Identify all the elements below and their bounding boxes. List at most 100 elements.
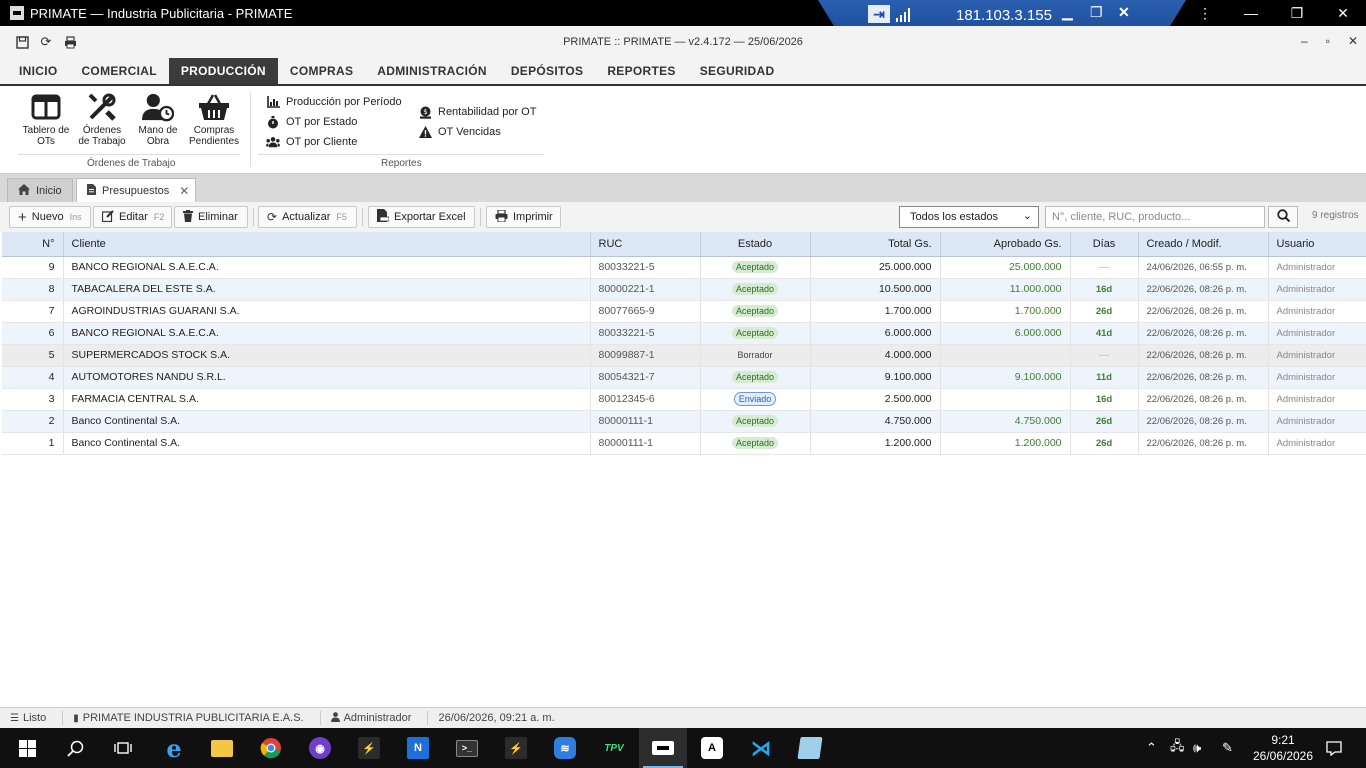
eliminar-button[interactable]: Eliminar — [174, 206, 248, 228]
col-header-creado[interactable]: Creado / Modif. — [1138, 232, 1269, 257]
table-row[interactable]: 4 AUTOMOTORES NANDU S.R.L. 80054321-7 Acept… — [2, 366, 1366, 389]
search-input[interactable] — [1045, 206, 1265, 228]
col-header-total[interactable]: Total Gs. — [810, 232, 941, 257]
cell-ruc: 80012345-6 — [590, 388, 701, 411]
ordenes-trabajo-button[interactable]: Órdenes de Trabajo — [72, 92, 132, 147]
restore-button[interactable]: ❐ — [1274, 5, 1320, 22]
taskbar-tpv[interactable]: TPV — [590, 728, 638, 768]
taskbar-notes[interactable] — [786, 728, 834, 768]
volume-icon[interactable]: 🕪 — [1193, 728, 1201, 768]
ot-vencidas-link[interactable]: OT Vencidas — [418, 125, 501, 139]
edit-icon — [101, 209, 114, 225]
tray-chevron-icon[interactable]: ⌃ — [1146, 728, 1157, 768]
taskbar-terminal[interactable]: >_ — [443, 728, 491, 768]
table-row[interactable]: 6 BANCO REGIONAL S.A.E.C.A. 80033221-5 Acep… — [2, 322, 1366, 345]
taskbar-n-app[interactable]: N — [394, 728, 442, 768]
taskbar-a-app[interactable]: A — [688, 728, 736, 768]
save-icon[interactable] — [10, 30, 34, 54]
cell-aprobado: 1.200.000 — [940, 432, 1071, 455]
menu-comercial[interactable]: COMERCIAL — [69, 58, 168, 84]
reportes-group-divider — [258, 154, 544, 155]
col-header-dias[interactable]: Días — [1070, 232, 1139, 257]
table-row[interactable]: 8 TABACALERA DEL ESTE S.A. 80000221-1 Acept… — [2, 278, 1366, 301]
taskbar-primate[interactable] — [639, 728, 687, 768]
col-header-aprobado[interactable]: Aprobado Gs. — [940, 232, 1071, 257]
table-row[interactable]: 5 SUPERMERCADOS STOCK S.A. 80099887-1 Borra… — [2, 344, 1366, 367]
menu-inicio[interactable]: INICIO — [7, 58, 69, 84]
tab-close-icon[interactable]: ✕ — [179, 184, 189, 198]
tab-inicio[interactable]: Inicio — [7, 178, 73, 202]
rentabilidad-ot-link[interactable]: $ Rentabilidad por OT — [418, 105, 536, 119]
cell-creado: 22/06/2026, 08:26 p. m. — [1138, 366, 1269, 389]
network-icon[interactable]: 🖧 — [1170, 728, 1185, 768]
cell-estado: Aceptado — [700, 300, 811, 323]
col-header-num[interactable]: N° — [2, 232, 64, 257]
refresh-icon[interactable]: ⟳ — [34, 30, 58, 54]
imprimir-button[interactable]: Imprimir — [486, 206, 561, 228]
dias-value: 26d — [1095, 306, 1113, 317]
compras-pendientes-button[interactable]: Compras Pendientes — [184, 92, 244, 147]
rdp-restore-icon[interactable]: ❐ — [1090, 4, 1103, 21]
cell-usuario: Administrador — [1268, 300, 1366, 323]
table-row[interactable]: 3 FARMACIA CENTRAL S.A. 80012345-6 Enviado 2… — [2, 388, 1366, 411]
bar-chart-icon — [266, 95, 280, 109]
pen-icon[interactable]: ✎ — [1222, 728, 1233, 768]
actualizar-button[interactable]: ⟳ Actualizar F5 — [258, 206, 357, 228]
minimize-button[interactable]: — — [1228, 5, 1274, 21]
taskbar-github[interactable]: ◉ — [296, 728, 344, 768]
ot-estado-link[interactable]: OT por Estado — [266, 115, 357, 129]
nuevo-button[interactable]: + Nuevo Ins — [9, 206, 91, 228]
close-button[interactable]: ✕ — [1320, 5, 1366, 22]
building-icon: ▮ — [73, 712, 79, 724]
menu-produccion[interactable]: PRODUCCIÓN — [168, 58, 278, 84]
menu-compras[interactable]: COMPRAS — [278, 58, 365, 84]
taskbar-app-green[interactable]: ⚡ — [345, 728, 393, 768]
task-view-button[interactable] — [99, 728, 147, 768]
menu-reportes[interactable]: REPORTES — [595, 58, 687, 84]
search-button[interactable] — [1268, 206, 1298, 228]
taskbar-clock[interactable]: 9:21 26/06/2026 — [1248, 732, 1318, 764]
produccion-periodo-link[interactable]: Producción por Período — [266, 95, 402, 109]
taskbar-chrome[interactable] — [247, 728, 295, 768]
app-minimize-icon[interactable]: – — [1301, 34, 1308, 48]
table-row[interactable]: 1 Banco Continental S.A. 80000111-1 Aceptad… — [2, 432, 1366, 455]
more-options-icon[interactable]: ⋮ — [1182, 5, 1228, 22]
mano-obra-button[interactable]: Mano de Obra — [128, 92, 188, 147]
status-badge: Aceptado — [731, 437, 779, 449]
ot-cliente-link[interactable]: OT por Cliente — [266, 135, 357, 149]
app-maximize-icon[interactable]: ▫ — [1326, 34, 1330, 48]
taskbar-explorer[interactable] — [198, 728, 246, 768]
notes-app-icon — [797, 737, 823, 759]
search-taskbar-button[interactable] — [51, 728, 99, 768]
taskbar-vscode[interactable]: ⋊ — [737, 728, 785, 768]
notifications-icon[interactable] — [1326, 728, 1342, 768]
tab-presupuestos[interactable]: Presupuestos ✕ — [76, 178, 196, 202]
pin-icon[interactable]: ⇥ — [868, 5, 890, 23]
table-row[interactable]: 2 Banco Continental S.A. 80000111-1 Aceptad… — [2, 410, 1366, 433]
app-close-icon[interactable]: ✕ — [1348, 34, 1358, 48]
menu-depositos[interactable]: DEPÓSITOS — [499, 58, 596, 84]
col-header-ruc[interactable]: RUC — [590, 232, 701, 257]
ribbon: Tablero de OTs Órdenes de Trabajo Mano d… — [0, 86, 1366, 174]
rdp-minimize-icon[interactable]: ▁ — [1062, 4, 1073, 21]
menu-seguridad[interactable]: SEGURIDAD — [688, 58, 787, 84]
editar-button[interactable]: Editar F2 — [93, 206, 172, 228]
start-button[interactable] — [3, 728, 51, 768]
menu-administracion[interactable]: ADMINISTRACIÓN — [365, 58, 499, 84]
table-row[interactable]: 7 AGROINDUSTRIAS GUARANI S.A. 80077665-9 Ac… — [2, 300, 1366, 323]
bolt-app-icon: ⚡ — [358, 737, 380, 759]
exportar-excel-button[interactable]: Exportar Excel — [368, 206, 475, 228]
taskbar-app-blue[interactable]: ≋ — [541, 728, 589, 768]
taskbar-app-green-2[interactable]: ⚡ — [492, 728, 540, 768]
print-icon[interactable] — [58, 30, 82, 54]
col-header-estado[interactable]: Estado — [700, 232, 811, 257]
estado-filter-select[interactable]: Todos los estados ⌄ — [899, 206, 1039, 228]
taskbar-edge[interactable]: e — [150, 728, 198, 768]
col-header-usuario[interactable]: Usuario — [1268, 232, 1366, 257]
cell-num: 5 — [2, 344, 64, 367]
col-header-cliente[interactable]: Cliente — [63, 232, 591, 257]
tablero-ots-button[interactable]: Tablero de OTs — [16, 92, 76, 147]
cell-usuario: Administrador — [1268, 344, 1366, 367]
rdp-close-icon[interactable]: ✕ — [1118, 4, 1130, 21]
table-row[interactable]: 9 BANCO REGIONAL S.A.E.C.A. 80033221-5 Acep… — [2, 256, 1366, 279]
